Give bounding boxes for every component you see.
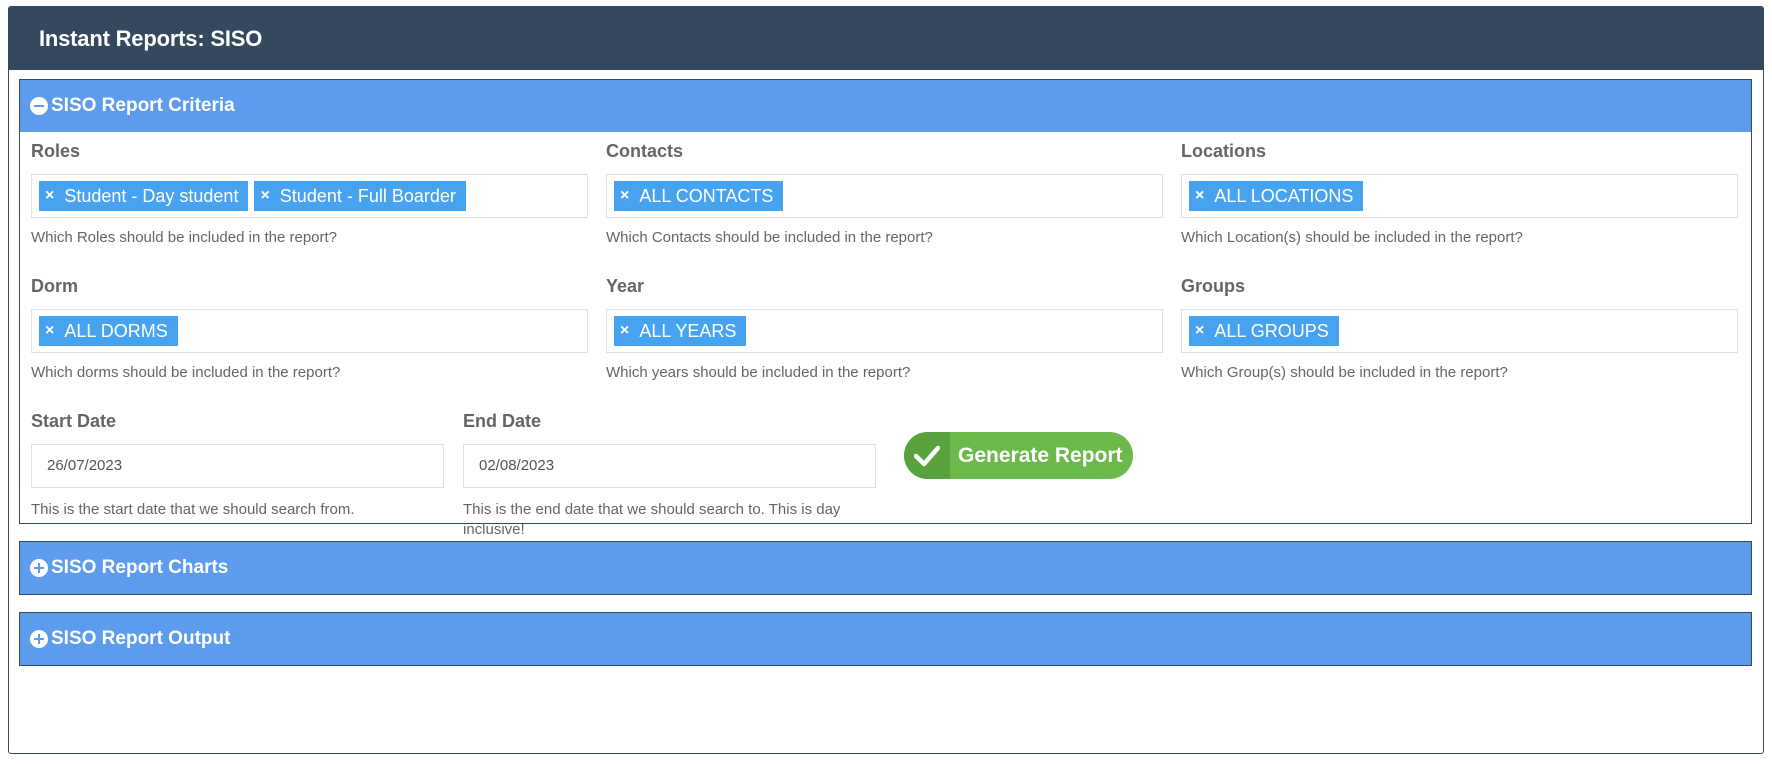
charts-section-header[interactable]: SISO Report Charts — [20, 542, 1751, 594]
roles-tag-label: Student - Full Boarder — [279, 186, 456, 206]
expand-icon — [30, 630, 48, 648]
dorm-help: Which dorms should be included in the re… — [31, 364, 341, 381]
roles-tag: × Student - Full Boarder — [254, 181, 466, 211]
contacts-label: Contacts — [606, 141, 684, 161]
locations-tag: × ALL LOCATIONS — [1189, 181, 1364, 211]
charts-section-title: SISO Report Charts — [51, 557, 229, 578]
year-label: Year — [606, 276, 645, 296]
roles-help: Which Roles should be included in the re… — [31, 229, 338, 246]
generate-report-label: Generate Report — [958, 443, 1123, 467]
dorm-select[interactable]: × ALL DORMS — [31, 309, 588, 353]
roles-tag: × Student - Day student — [39, 181, 249, 211]
year-field: Year × ALL YEARS Which years should be i… — [606, 275, 1163, 381]
checkmark-icon — [904, 432, 950, 479]
end-date-label: End Date — [463, 411, 542, 431]
criteria-section-title: SISO Report Criteria — [51, 95, 235, 116]
dorm-tag: × ALL DORMS — [39, 316, 178, 346]
contacts-select[interactable]: × ALL CONTACTS — [606, 174, 1163, 218]
output-section-header[interactable]: SISO Report Output — [20, 613, 1751, 665]
criteria-section-header[interactable]: SISO Report Criteria — [20, 80, 1751, 132]
remove-tag-icon[interactable]: × — [45, 181, 54, 211]
roles-label: Roles — [31, 141, 81, 161]
end-date-input[interactable]: 02/08/2023 — [463, 444, 876, 488]
locations-select[interactable]: × ALL LOCATIONS — [1181, 174, 1738, 218]
locations-field: Locations × ALL LOCATIONS Which Location… — [1181, 140, 1738, 246]
remove-tag-icon[interactable]: × — [620, 316, 629, 346]
expand-icon — [30, 559, 48, 577]
contacts-field: Contacts × ALL CONTACTS Which Contacts s… — [606, 140, 1163, 246]
generate-report-button[interactable]: Generate Report — [904, 432, 1133, 479]
year-help: Which years should be included in the re… — [606, 364, 911, 381]
locations-help: Which Location(s) should be included in … — [1181, 229, 1523, 246]
groups-select[interactable]: × ALL GROUPS — [1181, 309, 1738, 353]
roles-select[interactable]: × Student - Day student × Student - Full… — [31, 174, 588, 218]
output-section: SISO Report Output — [19, 612, 1752, 666]
dorm-tag-label: ALL DORMS — [64, 321, 168, 341]
dorm-label: Dorm — [31, 276, 79, 296]
page-title: Instant Reports: SISO — [9, 7, 1763, 70]
charts-section: SISO Report Charts — [19, 541, 1752, 595]
groups-tag-label: ALL GROUPS — [1214, 321, 1329, 341]
end-date-field: End Date 02/08/2023 This is the end date… — [463, 410, 876, 538]
year-tag: × ALL YEARS — [614, 316, 747, 346]
contacts-tag: × ALL CONTACTS — [614, 181, 784, 211]
year-tag-label: ALL YEARS — [639, 321, 737, 341]
report-panel: Instant Reports: SISO SISO Report Criter… — [8, 6, 1764, 754]
groups-help: Which Group(s) should be included in the… — [1181, 364, 1508, 381]
roles-tag-label: Student - Day student — [64, 186, 239, 206]
roles-field: Roles × Student - Day student × Student … — [31, 140, 588, 246]
end-date-help: This is the end date that we should sear… — [463, 501, 841, 538]
remove-tag-icon[interactable]: × — [260, 181, 269, 211]
criteria-section: SISO Report Criteria Roles × Student - D… — [19, 79, 1752, 538]
locations-label: Locations — [1181, 141, 1267, 161]
dorm-field: Dorm × ALL DORMS Which dorms should be i… — [31, 275, 588, 381]
remove-tag-icon[interactable]: × — [45, 316, 54, 346]
output-section-title: SISO Report Output — [51, 628, 231, 649]
start-date-label: Start Date — [31, 411, 117, 431]
locations-tag-label: ALL LOCATIONS — [1214, 186, 1354, 206]
groups-field: Groups × ALL GROUPS Which Group(s) shoul… — [1181, 275, 1738, 381]
start-date-field: Start Date 26/07/2023 This is the start … — [31, 410, 444, 518]
start-date-input[interactable]: 26/07/2023 — [31, 444, 444, 488]
contacts-help: Which Contacts should be included in the… — [606, 229, 933, 246]
groups-tag: × ALL GROUPS — [1189, 316, 1339, 346]
groups-label: Groups — [1181, 276, 1246, 296]
contacts-tag-label: ALL CONTACTS — [639, 186, 774, 206]
remove-tag-icon[interactable]: × — [620, 181, 629, 211]
remove-tag-icon[interactable]: × — [1195, 316, 1204, 346]
year-select[interactable]: × ALL YEARS — [606, 309, 1163, 353]
start-date-help: This is the start date that we should se… — [31, 501, 355, 518]
remove-tag-icon[interactable]: × — [1195, 181, 1204, 211]
collapse-icon — [30, 97, 48, 115]
